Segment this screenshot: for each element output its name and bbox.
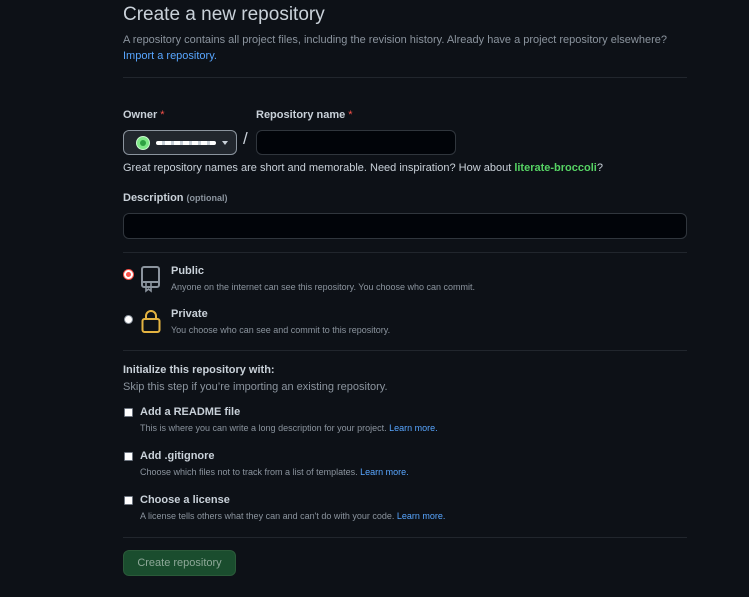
readme-desc-text: This is where you can write a long descr… [140, 423, 387, 433]
private-option-desc: You choose who can see and commit to thi… [171, 325, 391, 335]
initialize-heading: Initialize this repository with: [123, 364, 275, 376]
gitignore-option-title[interactable]: Add .gitignore [140, 450, 215, 462]
subtitle-text: A repository contains all project files,… [123, 34, 667, 46]
readme-option-title[interactable]: Add a README file [140, 406, 240, 418]
private-option-title[interactable]: Private [171, 308, 208, 320]
suggested-name-link[interactable]: literate-broccoli [514, 162, 597, 174]
lock-icon [141, 310, 161, 333]
import-repository-link[interactable]: Import a repository. [123, 50, 217, 62]
gitignore-option-desc: Choose which files not to track from a l… [140, 467, 409, 477]
owner-required-mark: * [160, 109, 165, 121]
optional-tag: (optional) [186, 193, 228, 203]
suggestion-suffix: ? [596, 162, 603, 174]
divider [123, 252, 687, 253]
license-option-title[interactable]: Choose a license [140, 494, 230, 506]
license-option-desc: A license tells others what they can and… [140, 511, 445, 521]
gitignore-checkbox[interactable] [124, 452, 133, 461]
name-suggestion: Great repository names are short and mem… [123, 162, 603, 174]
repo-name-label-text: Repository name [256, 109, 346, 121]
suggestion-text: Great repository names are short and mem… [123, 162, 515, 174]
repository-name-input[interactable] [256, 130, 456, 155]
owner-select-button[interactable] [123, 130, 237, 155]
private-radio[interactable] [124, 315, 133, 324]
license-checkbox[interactable] [124, 496, 133, 505]
owner-name-redacted [156, 140, 216, 145]
gitignore-learn-more-link[interactable]: Learn more. [360, 467, 409, 477]
gitignore-desc-text: Choose which files not to track from a l… [140, 467, 358, 477]
repo-icon [141, 266, 160, 293]
description-input[interactable] [123, 213, 687, 239]
license-desc-text: A license tells others what they can and… [140, 511, 395, 521]
repo-name-label: Repository name * [256, 109, 353, 121]
public-option-title[interactable]: Public [171, 265, 204, 277]
avatar [136, 135, 150, 150]
divider [123, 537, 687, 538]
create-repository-button[interactable]: Create repository [123, 550, 236, 576]
license-learn-more-link[interactable]: Learn more. [397, 511, 446, 521]
public-option-desc: Anyone on the internet can see this repo… [171, 282, 476, 292]
public-radio[interactable] [124, 270, 133, 279]
readme-option-desc: This is where you can write a long descr… [140, 423, 438, 433]
readme-checkbox[interactable] [124, 408, 133, 417]
chevron-down-icon [222, 140, 228, 145]
owner-repo-separator: / [243, 129, 248, 148]
description-label: Description (optional) [123, 192, 228, 204]
description-label-text: Description [123, 192, 184, 204]
initialize-subtitle: Skip this step if you’re importing an ex… [123, 381, 388, 393]
page-subtitle: A repository contains all project files,… [123, 32, 687, 64]
owner-label-text: Owner [123, 109, 158, 121]
readme-learn-more-link[interactable]: Learn more. [389, 423, 438, 433]
divider [123, 77, 687, 78]
page-title: Create a new repository [123, 4, 325, 25]
owner-label: Owner * [123, 109, 165, 121]
repo-name-required-mark: * [348, 109, 353, 121]
divider [123, 350, 687, 351]
